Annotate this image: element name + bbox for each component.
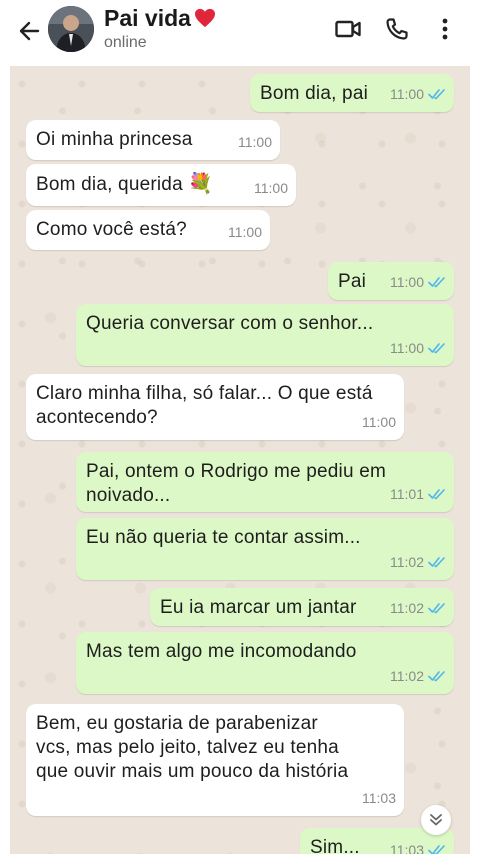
message-text: Queria conversar com o senhor... — [86, 313, 374, 334]
read-ticks-icon — [428, 343, 445, 354]
chat-header: Pai vida online — [0, 0, 480, 66]
message-meta: 11:00 — [362, 410, 396, 434]
message-time: 11:00 — [254, 180, 288, 196]
message-time: 11:00 — [390, 340, 424, 356]
message-time: 11:03 — [390, 842, 424, 854]
message-time: 11:00 — [390, 86, 424, 102]
message-bubble-outgoing[interactable]: Mas tem algo me incomodando 11:02 — [76, 632, 454, 694]
message-text: Eu não queria te contar assim... — [86, 527, 361, 548]
read-ticks-icon — [428, 845, 445, 854]
message-bubble-outgoing[interactable]: Pai, ontem o Rodrigo me pediu em noivado… — [76, 452, 454, 512]
message-time: 11:00 — [362, 414, 396, 430]
message-meta: 11:03 — [362, 786, 396, 810]
contact-name[interactable]: Pai vida — [104, 5, 216, 32]
message-bubble-incoming[interactable]: Oi minha princesa 11:00 — [26, 120, 280, 160]
message-time: 11:00 — [238, 134, 272, 150]
message-bubble-outgoing[interactable]: Queria conversar com o senhor... 11:00 — [76, 304, 454, 366]
message-meta: 11:00 — [390, 336, 446, 360]
message-time: 11:00 — [390, 274, 424, 290]
message-meta: 11:01 — [390, 482, 446, 506]
message-meta: 11:00 — [238, 130, 272, 154]
avatar[interactable] — [48, 6, 94, 52]
message-bubble-outgoing[interactable]: Bom dia, pai 11:00 — [250, 74, 454, 112]
read-ticks-icon — [428, 671, 445, 682]
message-text: Mas tem algo me incomodando — [86, 641, 357, 662]
read-ticks-icon — [428, 277, 445, 288]
read-ticks-icon — [428, 603, 445, 614]
message-time: 11:02 — [390, 668, 424, 684]
message-time: 11:03 — [362, 790, 396, 806]
message-bubble-outgoing[interactable]: Eu não queria te contar assim... 11:02 — [76, 518, 454, 580]
read-ticks-icon — [428, 89, 445, 100]
message-meta: 11:02 — [390, 664, 446, 688]
message-text: Sim... — [310, 837, 360, 854]
read-ticks-icon — [428, 489, 445, 500]
back-arrow-icon[interactable] — [14, 16, 44, 46]
message-time: 11:02 — [390, 554, 424, 570]
message-meta: 11:03 — [390, 838, 446, 854]
message-meta: 11:00 — [390, 82, 446, 106]
message-text: Bem, eu gostaria de parabenizar vcs, mas… — [36, 713, 349, 782]
message-meta: 11:00 — [228, 220, 262, 244]
message-text: Como você está? — [36, 219, 187, 240]
bouquet-emoji: 💐 — [188, 173, 214, 195]
scroll-down-button[interactable] — [421, 805, 451, 835]
video-call-icon[interactable] — [333, 14, 363, 44]
message-time: 11:00 — [228, 224, 262, 240]
message-text: Claro minha filha, só falar... O que est… — [36, 383, 373, 428]
message-text: Oi minha princesa — [36, 129, 193, 150]
chevron-double-down-icon — [430, 814, 442, 826]
message-text-content: Bom dia, querida — [36, 174, 183, 195]
message-text: Pai, ontem o Rodrigo me pediu em noivado… — [86, 461, 386, 506]
message-text: Pai — [338, 271, 367, 292]
message-meta: 11:02 — [390, 550, 446, 574]
message-time: 11:01 — [390, 486, 424, 502]
message-text: Bom dia, querida 💐 — [36, 172, 213, 197]
contact-name-text: Pai vida — [104, 5, 191, 31]
contact-status: online — [104, 34, 147, 51]
heart-icon — [194, 7, 216, 28]
message-bubble-incoming[interactable]: Como você está? 11:00 — [26, 210, 270, 250]
message-meta: 11:00 — [390, 270, 446, 294]
message-bubble-incoming[interactable]: Bom dia, querida 💐 11:00 — [26, 164, 296, 206]
message-bubble-outgoing[interactable]: Pai 11:00 — [328, 262, 454, 300]
more-options-icon[interactable] — [430, 14, 460, 44]
message-time: 11:02 — [390, 600, 424, 616]
message-bubble-incoming[interactable]: Claro minha filha, só falar... O que est… — [26, 374, 404, 440]
message-bubble-outgoing[interactable]: Eu ia marcar um jantar 11:02 — [150, 588, 454, 626]
message-meta: 11:02 — [390, 596, 446, 620]
read-ticks-icon — [428, 557, 445, 568]
message-text: Bom dia, pai — [260, 83, 369, 104]
message-meta: 11:00 — [254, 176, 288, 200]
chat-area[interactable]: Bom dia, pai 11:00 Oi minha princesa 11:… — [10, 66, 470, 854]
message-text: Eu ia marcar um jantar — [160, 597, 357, 618]
message-bubble-incoming[interactable]: Bem, eu gostaria de parabenizar vcs, mas… — [26, 704, 404, 816]
phone-call-icon[interactable] — [382, 14, 412, 44]
